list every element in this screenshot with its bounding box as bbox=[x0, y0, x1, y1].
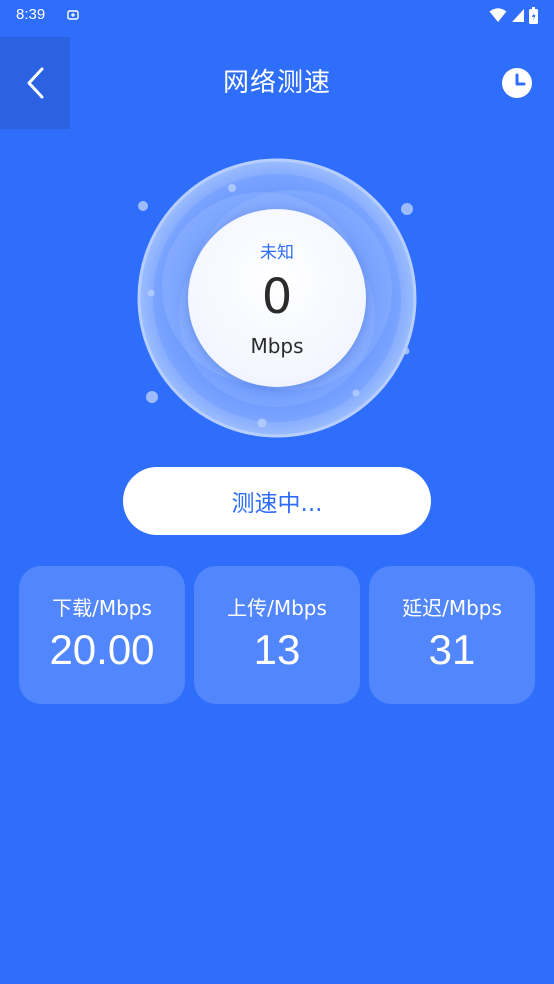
clock-icon bbox=[502, 68, 532, 98]
gauge-unit-label: Mbps bbox=[250, 334, 304, 358]
battery-icon bbox=[529, 6, 538, 24]
latency-value: 31 bbox=[428, 626, 476, 673]
status-bar: 8:39 bbox=[0, 0, 554, 32]
speed-gauge: 未知 0 Mbps bbox=[127, 150, 427, 450]
upload-value: 13 bbox=[253, 626, 301, 673]
sync-icon bbox=[67, 10, 79, 20]
page-title: 网络测速 bbox=[222, 68, 331, 98]
upload-label: 上传/Mbps bbox=[227, 596, 327, 620]
download-label: 下载/Mbps bbox=[52, 596, 152, 620]
status-time: 8:39 bbox=[16, 6, 46, 23]
gauge-center: 未知 0 Mbps bbox=[188, 209, 366, 387]
upload-stat-card: 上传/Mbps 13 bbox=[194, 566, 360, 704]
status-icons bbox=[489, 6, 538, 24]
latency-label: 延迟/Mbps bbox=[402, 596, 502, 620]
wifi-icon bbox=[489, 8, 507, 22]
history-button[interactable] bbox=[500, 66, 534, 100]
download-value: 20.00 bbox=[49, 626, 155, 673]
download-stat-card: 下载/Mbps 20.00 bbox=[19, 566, 185, 704]
latency-stat-card: 延迟/Mbps 31 bbox=[369, 566, 535, 704]
speed-test-button[interactable]: 测速中... bbox=[123, 467, 431, 535]
gauge-speed-value: 0 bbox=[261, 269, 293, 325]
gauge-status-label: 未知 bbox=[260, 243, 294, 263]
signal-icon bbox=[512, 9, 524, 22]
